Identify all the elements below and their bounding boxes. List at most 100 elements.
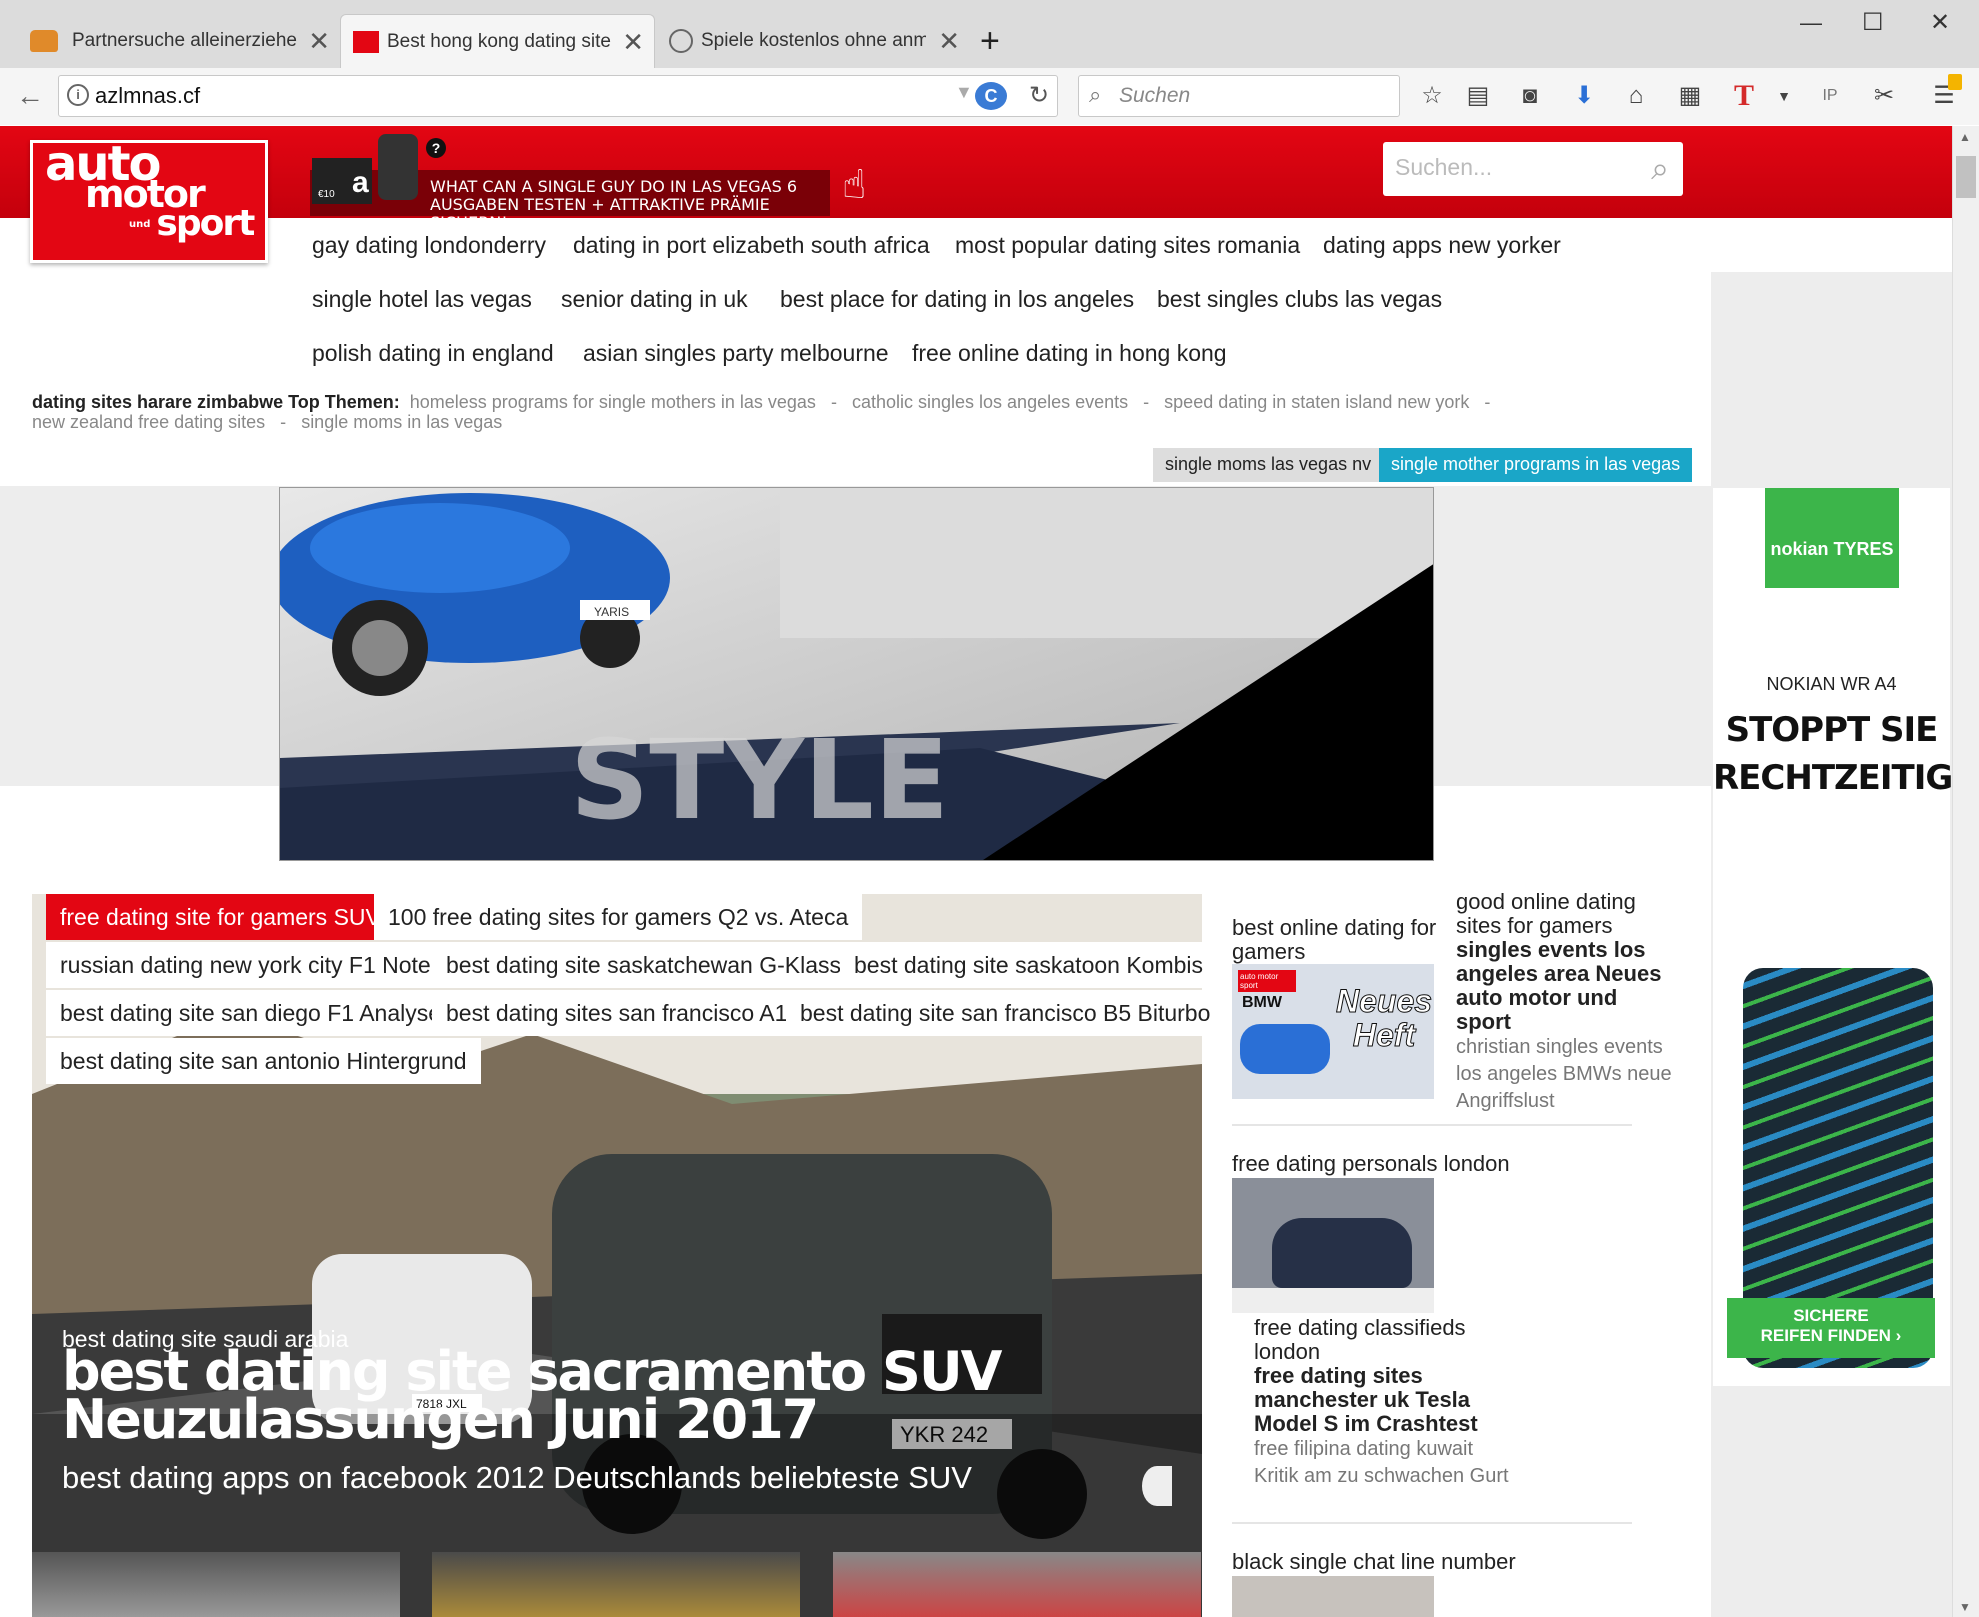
bookmarks-list-icon[interactable]: ▤ xyxy=(1464,82,1492,110)
site-search-input[interactable]: Suchen... ⌕ xyxy=(1383,142,1683,196)
nokian-logo: nokian TYRES xyxy=(1765,488,1899,588)
tab-best-hong-kong[interactable]: Best hong kong dating site ✕ xyxy=(340,14,655,68)
scrollbar[interactable]: ▲ ▼ xyxy=(1952,126,1979,1617)
chip[interactable]: 100 free dating sites for gamers Q2 vs. … xyxy=(374,894,863,940)
article-thumbnail[interactable] xyxy=(1232,1576,1434,1617)
amazon-card: €10 a xyxy=(312,158,372,204)
ams-favicon-icon xyxy=(353,31,379,53)
nav-link[interactable]: polish dating in england xyxy=(312,340,554,367)
web-page: auto motor und sport €10 a ? WHAT CAN A SI… xyxy=(0,126,1979,1617)
maximize-button[interactable]: ☐ xyxy=(1862,8,1884,37)
teaser-thumbnail[interactable] xyxy=(833,1552,1201,1617)
style-word: STYLE xyxy=(570,716,949,844)
divider xyxy=(1232,1522,1632,1524)
nav-link[interactable]: dating in port elizabeth south africa xyxy=(573,232,930,259)
billboard-ad-graphic: STYLE YARIS xyxy=(280,488,1433,860)
url-bar[interactable]: i azlmnas.cf ▼ C ↻ xyxy=(58,75,1058,117)
find-tyres-button[interactable]: SICHERE REIFEN FINDEN › xyxy=(1727,1298,1935,1358)
chevron-down-icon[interactable]: ▼ xyxy=(1770,82,1798,110)
magazine-thumbnail[interactable]: auto motor sport BMW Neues Heft xyxy=(1232,964,1434,1099)
pocket-icon[interactable]: ◙ xyxy=(1516,82,1544,110)
minimize-button[interactable]: — xyxy=(1800,10,1822,36)
single-moms-button[interactable]: single moms las vegas nv xyxy=(1153,448,1384,482)
scroll-up-icon[interactable]: ▲ xyxy=(1959,130,1971,144)
car-icon xyxy=(30,30,58,52)
close-window-button[interactable]: ✕ xyxy=(1930,8,1950,37)
chip[interactable]: best dating sites san francisco A1 xyxy=(432,990,802,1036)
chip[interactable]: russian dating new york city F1 Noten xyxy=(46,942,458,988)
topic-link[interactable]: new zealand free dating sites xyxy=(32,412,265,432)
nav-link[interactable]: asian singles party melbourne xyxy=(583,340,889,367)
chip[interactable]: best dating site san francisco B5 Biturb… xyxy=(786,990,1225,1036)
close-tab-icon[interactable]: ✕ xyxy=(622,27,644,58)
scrollbar-thumb[interactable] xyxy=(1956,156,1976,198)
car-plate: YARIS xyxy=(594,605,629,619)
ip-icon[interactable]: IP xyxy=(1816,82,1844,110)
tab-bar: Partnersuche alleinerziehend ✕ Best hong… xyxy=(0,0,1979,68)
sidebar-article-title[interactable]: free dating personals london xyxy=(1232,1152,1652,1176)
home-icon[interactable]: ⌂ xyxy=(1622,82,1650,110)
close-tab-icon[interactable]: ✕ xyxy=(938,26,960,57)
new-tab-button[interactable]: + xyxy=(980,22,1000,61)
bookmark-star-icon[interactable]: ☆ xyxy=(1418,82,1446,110)
tools-icon[interactable]: ✂ xyxy=(1870,82,1898,110)
header-ad-text[interactable]: WHAT CAN A SINGLE GUY DO IN LAS VEGAS 6 … xyxy=(430,178,850,232)
translate-t-icon[interactable]: T xyxy=(1730,81,1758,111)
topic-link[interactable]: speed dating in staten island new york xyxy=(1164,392,1469,412)
update-badge xyxy=(1948,74,1962,90)
feature-subline[interactable]: best dating apps on facebook 2012 Deutsc… xyxy=(62,1460,972,1496)
sidebar-article-text[interactable]: free dating classifieds london free dati… xyxy=(1254,1316,1514,1490)
sidebar-article-title[interactable]: black single chat line number xyxy=(1232,1550,1652,1574)
chip[interactable]: best dating site saskatoon Kombis xyxy=(840,942,1218,988)
moon-icon xyxy=(1142,1466,1172,1506)
scroll-down-icon[interactable]: ▼ xyxy=(1959,1600,1971,1614)
site-logo[interactable]: auto motor und sport xyxy=(30,140,268,263)
back-icon[interactable]: ← xyxy=(16,82,44,110)
chip-active[interactable]: free dating site for gamers SUV xyxy=(46,894,395,940)
nav-link[interactable]: single hotel las vegas xyxy=(312,286,532,313)
reload-icon[interactable]: ↻ xyxy=(1029,81,1049,110)
chip[interactable]: best dating site san diego F1 Analyse xyxy=(46,990,456,1036)
browser-search-input[interactable]: ⌕ Suchen xyxy=(1078,75,1400,117)
nav-link[interactable]: best singles clubs las vegas xyxy=(1157,286,1442,313)
close-tab-icon[interactable]: ✕ xyxy=(308,26,330,57)
teaser-thumbnail[interactable] xyxy=(32,1552,400,1617)
topic-link[interactable]: homeless programs for single mothers in … xyxy=(410,392,816,412)
car-icon xyxy=(1272,1218,1412,1288)
hand-cursor-icon: ☝ xyxy=(842,163,867,207)
ad-help-icon[interactable]: ? xyxy=(426,138,446,158)
sidebar-article-title[interactable]: best online dating for gamers xyxy=(1232,916,1442,964)
nav-link[interactable]: best place for dating in los angeles xyxy=(780,286,1134,313)
nav-link[interactable]: gay dating londonderry xyxy=(312,232,546,259)
nokian-ad[interactable]: nokian TYRES NOKIAN WR A4 STOPPT SIE REC… xyxy=(1713,488,1965,1386)
feature-headline[interactable]: best dating site sacramento SUV Neuzulas… xyxy=(62,1345,1002,1447)
info-icon[interactable]: i xyxy=(67,84,89,106)
teaser-thumbnail[interactable] xyxy=(432,1552,800,1617)
search-icon[interactable]: ⌕ xyxy=(1651,150,1669,188)
sidebar-article-text[interactable]: good online dating sites for gamers sing… xyxy=(1456,890,1676,1115)
billboard-ad[interactable]: STYLE YARIS xyxy=(279,487,1434,861)
top-themen-row: dating sites harare zimbabwe Top Themen:… xyxy=(32,392,1491,412)
chip[interactable]: best dating site saskatchewan G-Klasse xyxy=(432,942,868,988)
mercedes-star-icon xyxy=(669,29,693,53)
nav-link[interactable]: dating apps new yorker xyxy=(1323,232,1561,259)
crash-test-thumbnail[interactable] xyxy=(1232,1178,1434,1313)
nav-link[interactable]: senior dating in uk xyxy=(561,286,748,313)
nav-link[interactable]: most popular dating sites romania xyxy=(955,232,1300,259)
single-mother-programs-button[interactable]: single mother programs in las vegas xyxy=(1379,448,1693,482)
qr-code-icon[interactable]: ▦ xyxy=(1676,82,1704,110)
car-icon xyxy=(1240,1024,1330,1074)
extension-c-icon[interactable]: C xyxy=(975,82,1007,110)
dropdown-arrow-icon[interactable]: ▼ xyxy=(955,82,973,103)
topic-link[interactable]: catholic singles los angeles events xyxy=(852,392,1128,412)
download-icon[interactable]: ⬇ xyxy=(1570,82,1598,110)
nav-link[interactable]: free online dating in hong kong xyxy=(912,340,1227,367)
top-themen-label: dating sites harare zimbabwe Top Themen: xyxy=(32,392,400,412)
nav-toolbar: ← i azlmnas.cf ▼ C ↻ ⌕ Suchen ☆ ▤ ◙ ⬇ ⌂ … xyxy=(0,68,1979,125)
chip[interactable]: best dating site san antonio Hintergrund xyxy=(46,1038,481,1084)
topic-link[interactable]: single moms in las vegas xyxy=(301,412,502,432)
tab-spiele[interactable]: Spiele kostenlos ohne anme ✕ xyxy=(655,14,970,68)
browser-chrome: Partnersuche alleinerziehend ✕ Best hong… xyxy=(0,0,1979,125)
tab-partnersuche[interactable]: Partnersuche alleinerziehend ✕ xyxy=(0,14,340,68)
divider xyxy=(1232,1124,1632,1126)
